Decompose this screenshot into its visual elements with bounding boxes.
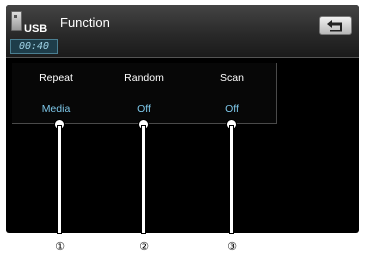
callout-line-1 <box>58 126 61 233</box>
callout-line-3 <box>230 126 233 233</box>
callout-number-2: ② <box>139 240 149 253</box>
header-bar: USB 00:40 Function <box>6 5 359 58</box>
scan-label: Scan <box>220 72 244 84</box>
repeat-value: Media <box>41 103 71 115</box>
callout-line-2 <box>142 126 145 233</box>
callout-number-3: ③ <box>227 240 237 253</box>
scan-value: Off <box>225 103 239 115</box>
random-label: Random <box>124 72 164 84</box>
usb-source-indicator: USB 00:40 <box>8 9 60 54</box>
callout-number-1: ① <box>55 240 65 253</box>
back-button[interactable] <box>319 16 352 35</box>
random-button[interactable]: Random Off <box>100 63 189 124</box>
return-arrow-icon <box>327 20 342 32</box>
repeat-button[interactable]: Repeat Media <box>12 63 101 124</box>
random-value: Off <box>137 103 151 115</box>
repeat-label: Repeat <box>39 72 73 84</box>
playback-time: 00:40 <box>10 39 58 54</box>
page-title: Function <box>60 15 110 30</box>
usb-icon <box>11 11 22 31</box>
scan-button[interactable]: Scan Off <box>188 63 277 124</box>
source-label: USB <box>24 23 48 35</box>
